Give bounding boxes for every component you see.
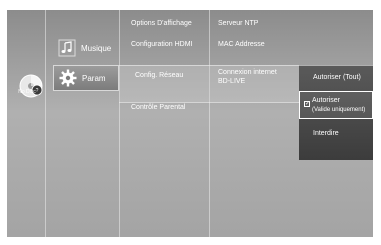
divider [119,65,299,66]
submenu-item-config-reseau[interactable]: Config. Réseau [135,71,183,80]
menu-screen: ? No Disc Musique Param Options D'affich… [7,10,373,237]
menu-item-param[interactable]: Param [53,65,119,91]
bd-live-options-popup: Autoriser (Tout) ✓ Autoriser (Valide uni… [299,66,373,160]
popup-option-autoriser[interactable]: ✓ Autoriser (Valide uniquement) [299,91,373,119]
popup-option-autoriser-tout[interactable]: Autoriser (Tout) [299,66,373,90]
network-item-serveur-ntp[interactable]: Serveur NTP [218,19,258,28]
network-item-connexion-internet[interactable]: Connexion internet BD-LIVE [218,68,277,86]
network-item-label: Connexion internet [218,69,277,76]
popup-option-sublabel: (Valide uniquement) [312,107,366,113]
menu-item-label: Musique [81,43,112,53]
disc-status-label: No Disc [18,89,36,95]
gear-icon [59,69,77,87]
submenu-item-configuration-hdmi[interactable]: Configuration HDMI [131,40,192,49]
menu-item-musique[interactable]: Musique [53,35,119,61]
popup-option-label: Autoriser [312,97,341,104]
divider [209,10,210,237]
popup-option-interdire[interactable]: Interdire [299,123,373,147]
submenu-item-controle-parental[interactable]: Contrôle Parental [131,103,185,112]
menu-item-label: Param [82,73,106,83]
network-item-mac-address[interactable]: MAC Addresse [218,40,265,49]
popup-option-label: Interdire [313,130,339,137]
screen: ? No Disc Musique Param Options D'affich… [0,0,381,245]
divider [45,10,46,237]
popup-option-label: Autoriser (Tout) [313,74,361,81]
divider [119,10,120,237]
network-item-label-line2: BD-LIVE [218,78,246,85]
music-note-icon [58,39,76,57]
checkbox-checked-icon: ✓ [304,101,311,107]
submenu-item-options-affichage[interactable]: Options D'affichage [131,19,192,28]
